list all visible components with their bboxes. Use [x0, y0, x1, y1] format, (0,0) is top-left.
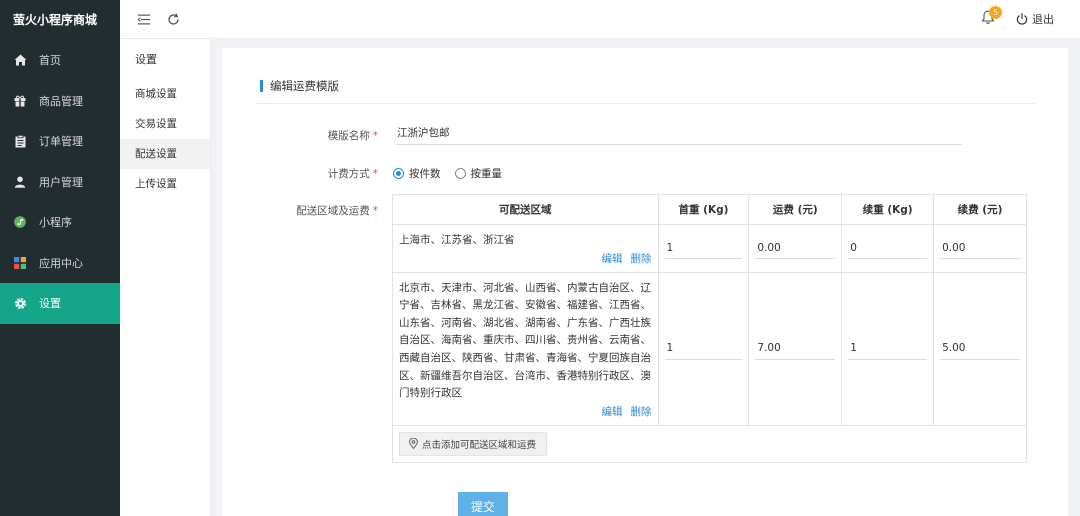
title-accent-bar: [260, 80, 263, 92]
region-fee-label-text: 配送区域及运费: [296, 205, 370, 217]
apps-icon: [13, 256, 27, 270]
column-header-region: 可配送区域: [392, 194, 659, 225]
section-title: 编辑运费模版: [260, 78, 339, 94]
first-weight-input[interactable]: [664, 337, 743, 360]
billing-by-weight-radio[interactable]: 按重量: [454, 166, 503, 181]
first-weight-input[interactable]: [664, 237, 743, 260]
delete-region-link[interactable]: 删除: [631, 253, 652, 265]
miniprogram-icon: [13, 215, 27, 229]
subnav-item-upload-settings[interactable]: 上传设置: [120, 169, 210, 199]
table-row: 北京市、天津市、河北省、山西省、内蒙古自治区、辽宁省、吉林省、黑龙江省、安徽省、…: [392, 271, 1027, 426]
required-mark: *: [372, 130, 378, 142]
add-region-cell: 点击添加可配送区域和运费: [392, 424, 1027, 463]
logout-label: 退出: [1032, 13, 1054, 26]
additional-fee-cell: [933, 224, 1027, 273]
sidebar-item-home[interactable]: 首页: [0, 40, 120, 81]
refresh-icon[interactable]: [165, 11, 181, 27]
additional-weight-input[interactable]: [848, 337, 928, 360]
section-divider: [255, 103, 1035, 104]
notification-badge: 5: [989, 6, 1002, 19]
fee-cell: [748, 224, 843, 273]
section-title-text: 编辑运费模版: [270, 79, 339, 93]
power-icon: [1016, 13, 1028, 25]
region-fee-table: 可配送区域 首重 (Kg) 运费 (元) 续重 (Kg) 续费 (元) 上海市、…: [392, 194, 1027, 463]
region-actions: 编辑 删除: [399, 405, 652, 419]
user-icon: [13, 175, 27, 189]
additional-weight-input[interactable]: [848, 237, 928, 260]
table-row: 上海市、江苏省、浙江省 编辑 删除: [392, 224, 1027, 273]
sidebar-item-label: 订单管理: [39, 135, 83, 149]
region-cell: 北京市、天津市、河北省、山西省、内蒙古自治区、辽宁省、吉林省、黑龙江省、安徽省、…: [392, 271, 659, 426]
sidebar-item-goods[interactable]: 商品管理: [0, 81, 120, 122]
subnav-item-mall-settings[interactable]: 商城设置: [120, 79, 210, 109]
clipboard-icon: [13, 134, 27, 148]
required-mark: *: [372, 168, 378, 180]
logout-button[interactable]: 退出: [1016, 11, 1054, 27]
first-weight-cell: [657, 224, 750, 273]
sidebar-item-apps[interactable]: 应用中心: [0, 243, 120, 284]
first-weight-cell: [657, 271, 750, 426]
sidebar-item-users[interactable]: 用户管理: [0, 162, 120, 203]
billing-method-label: 计费方式 *: [248, 166, 378, 181]
column-header-additional-fee: 续费 (元): [933, 194, 1027, 225]
gift-icon: [13, 94, 27, 108]
additional-weight-cell: [841, 224, 935, 273]
radio-checked-icon: [393, 168, 404, 179]
location-pin-icon: [409, 438, 418, 450]
fee-input[interactable]: [755, 237, 836, 260]
billing-by-count-radio[interactable]: 按件数: [393, 166, 441, 181]
submit-button[interactable]: 提交: [458, 492, 508, 516]
sidebar-item-label: 应用中心: [39, 256, 83, 270]
settings-subnav: 设置 商城设置 交易设置 配送设置 上传设置: [120, 39, 211, 516]
fee-input[interactable]: [755, 337, 836, 360]
delete-region-link[interactable]: 删除: [631, 406, 652, 418]
billing-method-label-text: 计费方式: [327, 168, 370, 180]
top-bar: 5 退出: [120, 0, 1080, 39]
brand-title: 萤火小程序商城: [13, 13, 98, 27]
form-card: 编辑运费模版 模版名称* 计费方式* 按件数 按重量 配送区域及运费* 可配送区…: [222, 48, 1068, 516]
sidebar-item-label: 商品管理: [39, 94, 83, 108]
additional-fee-input[interactable]: [940, 237, 1020, 260]
additional-fee-input[interactable]: [940, 337, 1020, 360]
template-name-label-text: 模版名称: [327, 130, 370, 142]
gear-icon: [13, 296, 27, 310]
region-cell: 上海市、江苏省、浙江省 编辑 删除: [392, 224, 659, 273]
radio-unchecked-icon: [454, 168, 466, 179]
sidebar-item-label: 首页: [39, 54, 61, 68]
add-region-label: 点击添加可配送区域和运费: [422, 439, 537, 451]
subnav-item-delivery-settings[interactable]: 配送设置: [120, 139, 210, 169]
region-text: 北京市、天津市、河北省、山西省、内蒙古自治区、辽宁省、吉林省、黑龙江省、安徽省、…: [399, 281, 651, 400]
sidebar-item-miniprogram[interactable]: 小程序: [0, 202, 120, 243]
radio-label: 按重量: [470, 168, 503, 180]
radio-label: 按件数: [409, 168, 441, 180]
edit-region-link[interactable]: 编辑: [602, 406, 623, 418]
add-region-button[interactable]: 点击添加可配送区域和运费: [399, 431, 548, 456]
additional-fee-cell: [933, 271, 1027, 426]
sidebar-item-settings[interactable]: 设置: [0, 283, 120, 324]
sidebar-item-label: 设置: [39, 297, 61, 311]
sidebar-item-label: 小程序: [39, 216, 72, 230]
required-mark: *: [372, 205, 378, 217]
home-icon: [13, 53, 27, 67]
menu-collapse-icon[interactable]: [136, 11, 152, 27]
sidebar-item-orders[interactable]: 订单管理: [0, 121, 120, 162]
column-header-first-weight: 首重 (Kg): [657, 194, 750, 225]
additional-weight-cell: [841, 271, 935, 426]
main-sidebar: 萤火小程序商城 首页 商品管理 订单管理 用户管理 小程序 应用中心 设置: [0, 0, 120, 516]
region-fee-label: 配送区域及运费 *: [248, 203, 378, 218]
fee-cell: [748, 271, 843, 426]
region-text: 上海市、江苏省、浙江省: [399, 234, 515, 246]
subnav-item-trade-settings[interactable]: 交易设置: [120, 109, 210, 139]
sidebar-item-label: 用户管理: [39, 175, 83, 189]
edit-region-link[interactable]: 编辑: [602, 253, 623, 265]
template-name-label: 模版名称 *: [248, 128, 378, 143]
column-header-additional-weight: 续重 (Kg): [841, 194, 935, 225]
template-name-input[interactable]: [396, 121, 962, 145]
add-region-row: 点击添加可配送区域和运费: [392, 424, 1027, 463]
subnav-title: 设置: [135, 53, 157, 66]
billing-method-radio-group: 按件数 按重量: [393, 166, 516, 181]
region-actions: 编辑 删除: [399, 252, 652, 266]
table-header-row: 可配送区域 首重 (Kg) 运费 (元) 续重 (Kg) 续费 (元): [392, 194, 1027, 225]
column-header-fee: 运费 (元): [748, 194, 843, 225]
